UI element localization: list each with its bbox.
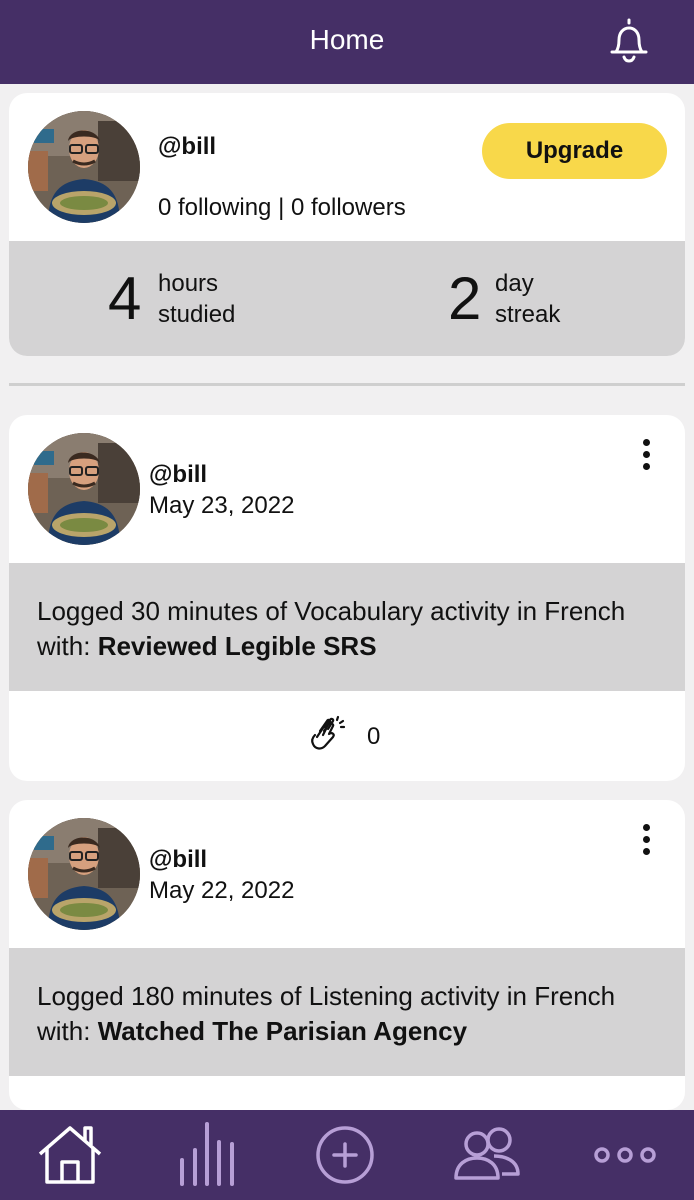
avatar[interactable] bbox=[28, 433, 140, 545]
tab-add[interactable] bbox=[308, 1120, 382, 1190]
follow-counts[interactable]: 0 following | 0 followers bbox=[158, 194, 406, 222]
tab-more[interactable] bbox=[588, 1120, 662, 1190]
friends-icon bbox=[454, 1127, 520, 1180]
post-resource: Watched The Parisian Agency bbox=[97, 1016, 468, 1046]
tab-stats[interactable] bbox=[170, 1120, 244, 1190]
post-username[interactable]: @bill bbox=[149, 846, 207, 874]
avatar[interactable] bbox=[28, 818, 140, 930]
tab-friends[interactable] bbox=[450, 1120, 524, 1190]
activity-post: @bill May 23, 2022 Logged 30 minutes of … bbox=[9, 415, 685, 781]
profile-card: @bill 0 following | 0 followers Upgrade … bbox=[9, 93, 685, 356]
post-date: May 22, 2022 bbox=[149, 877, 295, 904]
clap-count: 0 bbox=[367, 723, 381, 750]
tab-bar bbox=[0, 1110, 694, 1200]
upgrade-button[interactable]: Upgrade bbox=[482, 123, 667, 179]
day-streak-label-1: day bbox=[495, 270, 534, 297]
hours-studied-label-2: studied bbox=[158, 301, 236, 328]
post-resource: Reviewed Legible SRS bbox=[97, 631, 377, 661]
top-bar: Home bbox=[0, 0, 694, 84]
add-circle-icon bbox=[316, 1126, 374, 1184]
stats-icon bbox=[180, 1122, 234, 1186]
avatar[interactable] bbox=[28, 111, 140, 223]
more-options-icon[interactable] bbox=[635, 437, 659, 473]
activity-post: @bill May 22, 2022 Logged 180 minutes of… bbox=[9, 800, 685, 1110]
hours-studied-label-1: hours bbox=[158, 270, 219, 297]
post-body: Logged 30 minutes of Vocabulary activity… bbox=[9, 563, 685, 691]
home-icon bbox=[38, 1126, 102, 1184]
clap-icon[interactable] bbox=[309, 715, 349, 755]
stats-panel: 4 hours studied 2 day streak bbox=[9, 241, 685, 356]
more-icon bbox=[594, 1147, 656, 1163]
day-streak-value: 2 bbox=[448, 265, 482, 332]
post-date: May 23, 2022 bbox=[149, 492, 295, 519]
hours-studied-value: 4 bbox=[108, 265, 142, 332]
profile-username[interactable]: @bill bbox=[158, 133, 216, 161]
post-username[interactable]: @bill bbox=[149, 461, 207, 489]
more-options-icon[interactable] bbox=[635, 822, 659, 858]
post-body: Logged 180 minutes of Listening activity… bbox=[9, 948, 685, 1076]
page-title: Home bbox=[309, 24, 385, 55]
divider bbox=[9, 383, 685, 386]
day-streak-label-2: streak bbox=[495, 301, 561, 328]
tab-home[interactable] bbox=[33, 1120, 107, 1190]
bell-icon[interactable] bbox=[606, 16, 652, 66]
